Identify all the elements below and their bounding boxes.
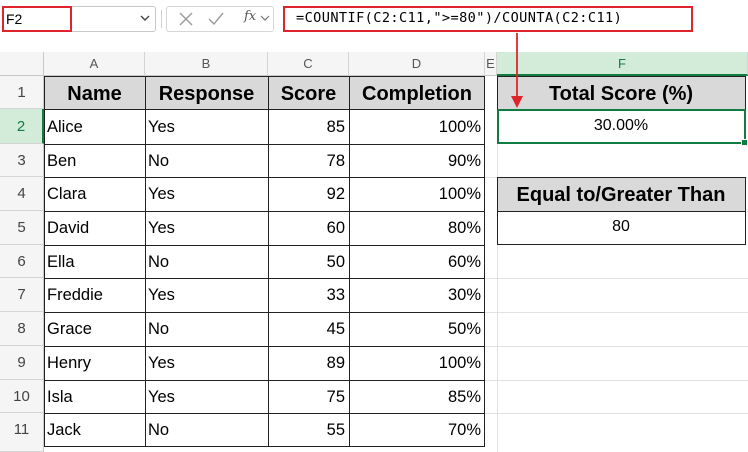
table-col-line (349, 76, 350, 447)
function-fx-icon[interactable]: fx (244, 9, 256, 24)
column-header-e[interactable]: E (485, 52, 497, 76)
column-header-d[interactable]: D (349, 52, 485, 76)
gridline (485, 380, 748, 381)
table-row-line (44, 278, 485, 279)
row-header-10[interactable]: 10 (0, 380, 44, 413)
table-col-line (145, 76, 146, 447)
table-row-line (44, 312, 485, 313)
row-header-4[interactable]: 4 (0, 177, 44, 211)
column-header-f[interactable]: F (497, 52, 748, 76)
row-header-7[interactable]: 7 (0, 278, 44, 312)
gridline (485, 413, 748, 414)
table-border (44, 76, 485, 447)
row-header-8[interactable]: 8 (0, 312, 44, 346)
row-header-1[interactable]: 1 (0, 76, 44, 109)
table-row-line (44, 380, 485, 381)
active-cell-f2[interactable] (497, 109, 746, 144)
table-row-line (44, 109, 485, 110)
table-row-line (44, 346, 485, 347)
gridline (485, 278, 748, 279)
row-header-3[interactable]: 3 (0, 144, 44, 177)
select-all-corner[interactable] (0, 52, 44, 76)
fill-handle[interactable] (741, 139, 748, 146)
gridline (485, 346, 748, 347)
gridline (485, 312, 748, 313)
chevron-down-icon[interactable] (260, 13, 270, 23)
row-header-11[interactable]: 11 (0, 413, 44, 452)
row-header-6[interactable]: 6 (0, 245, 44, 278)
confirm-check-icon[interactable] (208, 11, 224, 27)
table-row-line (44, 211, 485, 212)
separator (161, 10, 162, 28)
row-header-2[interactable]: 2 (0, 109, 44, 144)
cancel-x-icon[interactable] (178, 11, 194, 27)
table-row-line (44, 177, 485, 178)
row-header-9[interactable]: 9 (0, 346, 44, 380)
formula-input[interactable]: =COUNTIF(C2:C11,">=80")/COUNTA(C2:C11) (296, 10, 622, 26)
threshold-divider (497, 211, 746, 212)
table-col-line (268, 76, 269, 447)
table-row-line (44, 245, 485, 246)
table-row-line (44, 144, 485, 145)
column-header-c[interactable]: C (268, 52, 349, 76)
formula-bar: F2 fx =COUNTIF(C2:C11,">=80")/COUNTA(C2:… (0, 0, 748, 38)
column-header-b[interactable]: B (145, 52, 268, 76)
column-header-a[interactable]: A (44, 52, 145, 76)
table-row-line (44, 413, 485, 414)
name-box-value: F2 (6, 11, 23, 27)
chevron-down-icon[interactable] (139, 12, 151, 24)
row-header-5[interactable]: 5 (0, 211, 44, 245)
